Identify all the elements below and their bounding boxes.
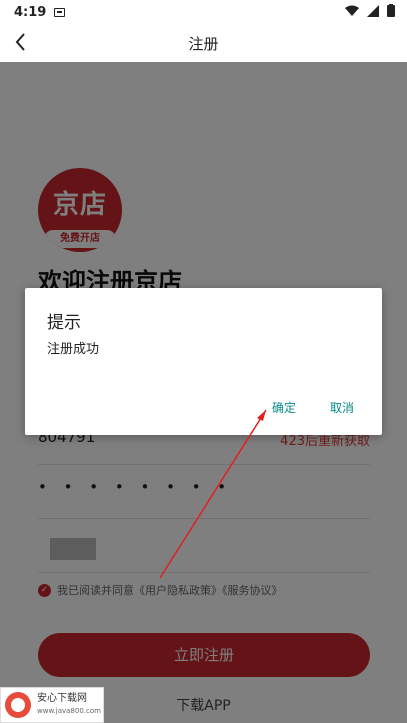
signal-icon — [367, 4, 379, 17]
notification-icon — [54, 7, 66, 17]
page-title: 注册 — [188, 35, 219, 53]
dialog-cancel-button[interactable]: 取消 — [330, 399, 354, 416]
watermark-name: 安心下载网 — [37, 693, 87, 704]
watermark-url: www.java800.com — [37, 707, 101, 715]
site-watermark: 安心下载网 www.java800.com — [0, 687, 104, 723]
status-icons — [345, 4, 395, 17]
dialog-ok-button[interactable]: 确定 — [272, 399, 296, 416]
watermark-logo-icon — [5, 692, 31, 718]
alert-dialog: 提示 注册成功 确定 取消 — [25, 288, 382, 435]
status-bar: 4:19 — [0, 0, 407, 24]
dialog-message: 注册成功 — [47, 342, 100, 357]
title-bar: 注册 — [0, 24, 407, 62]
status-time: 4:19 — [14, 4, 47, 20]
wifi-icon — [345, 5, 359, 16]
dialog-title: 提示 — [47, 313, 81, 333]
battery-icon — [387, 4, 395, 17]
